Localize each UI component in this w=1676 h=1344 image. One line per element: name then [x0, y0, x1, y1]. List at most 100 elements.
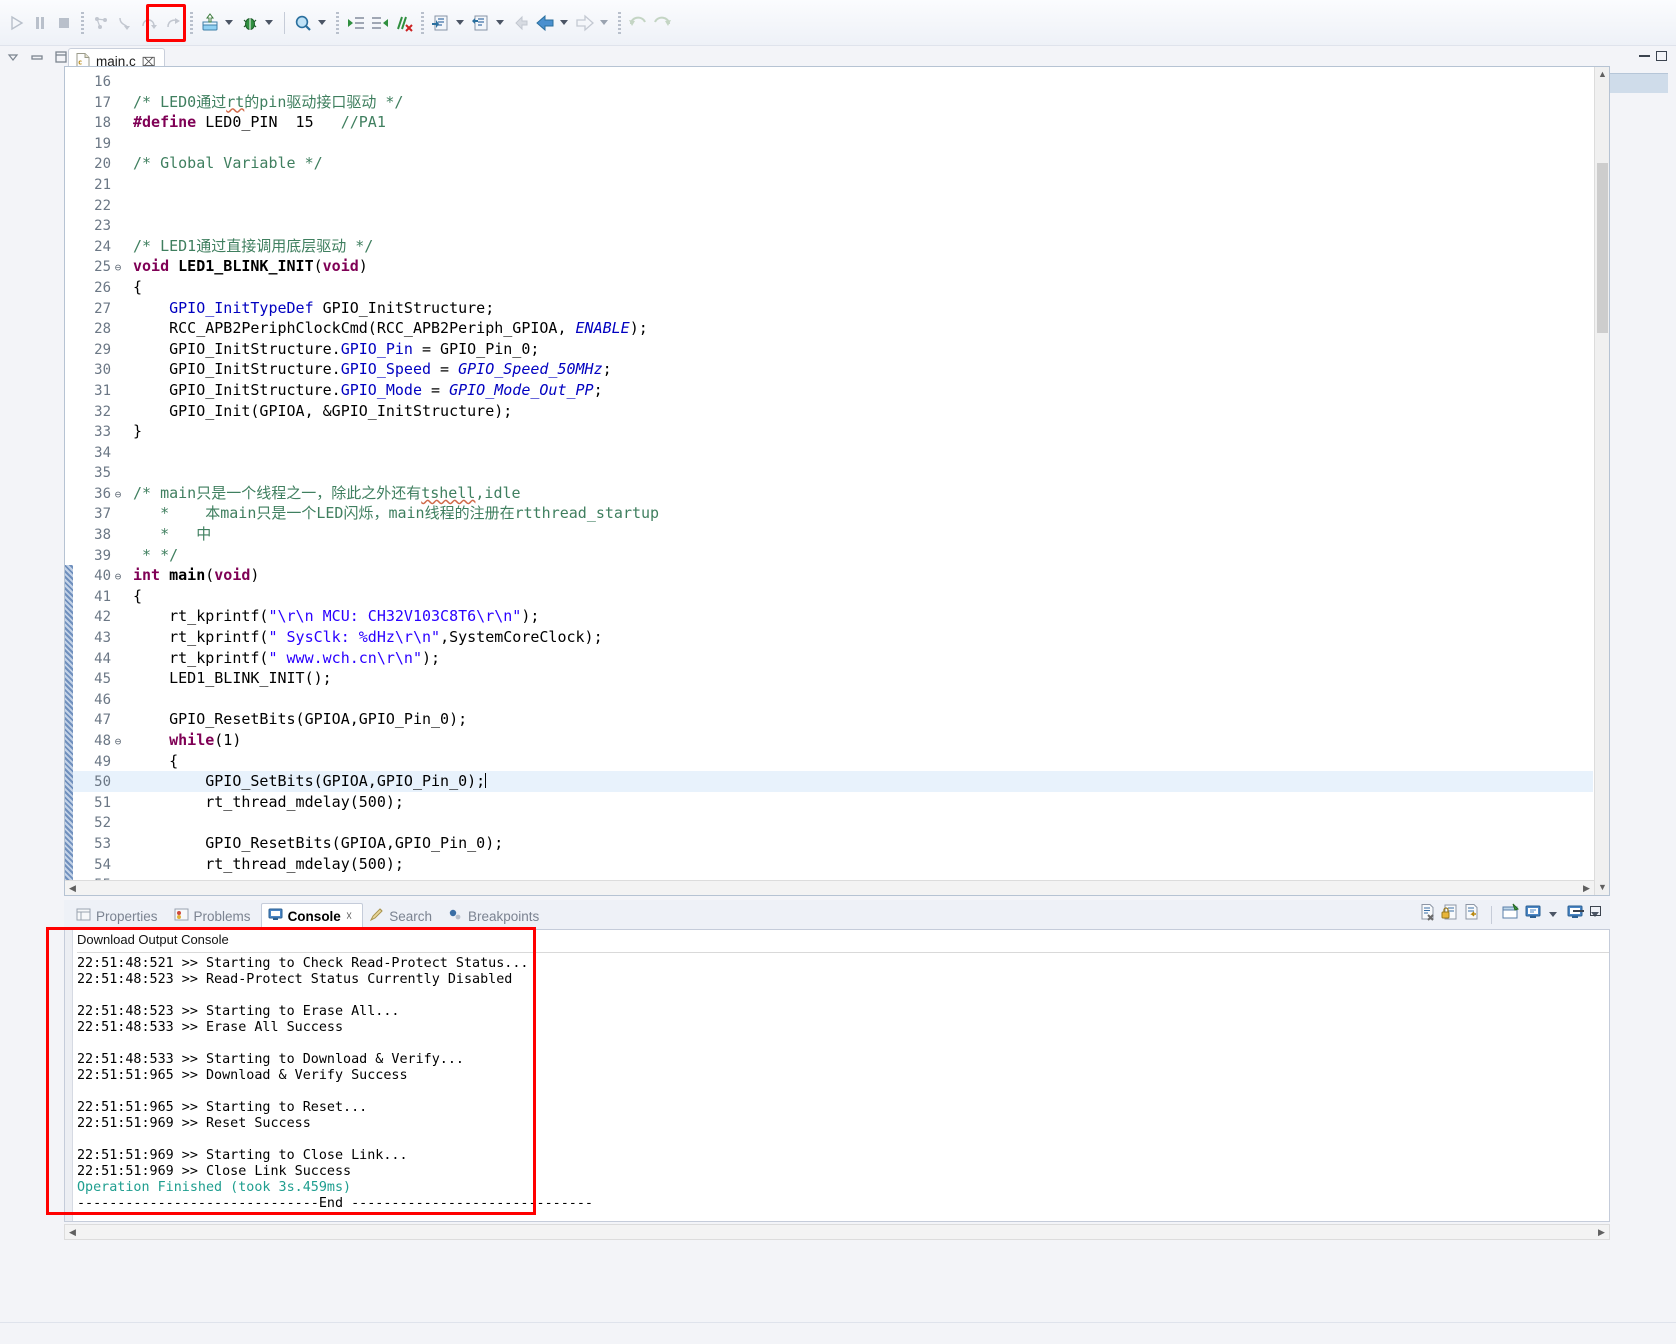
- undo-button[interactable]: [626, 7, 650, 39]
- close-icon[interactable]: ☓: [346, 909, 352, 923]
- code-lines[interactable]: 16 17 /* LED0通过rt的pin驱动接口驱动 */ 18 #define LE…: [73, 71, 1593, 895]
- scroll-left-icon[interactable]: ◀: [65, 881, 80, 895]
- tab-console[interactable]: Console ☓: [260, 903, 364, 929]
- minimize-panel-icon[interactable]: [1573, 910, 1584, 912]
- code-line[interactable]: 43 rt_kprintf(" SysClk: %dHz\r\n",System…: [73, 627, 1593, 648]
- scroll-up-icon[interactable]: ▲: [1595, 67, 1609, 82]
- forward-button[interactable]: [573, 7, 597, 39]
- debug-button[interactable]: [238, 7, 262, 39]
- open-declaration-button-dropdown-arrow[interactable]: [496, 20, 504, 25]
- search-button-dropdown-arrow[interactable]: [318, 20, 326, 25]
- previous-annotation-button[interactable]: [368, 7, 392, 39]
- display-selected-console-button[interactable]: [1524, 903, 1542, 926]
- code-line[interactable]: 35: [73, 462, 1593, 483]
- last-edit-location-button-dropdown-arrow[interactable]: [456, 20, 464, 25]
- code-line[interactable]: 54 rt_thread_mdelay(500);: [73, 854, 1593, 875]
- code-line[interactable]: 30 GPIO_InitStructure.GPIO_Speed = GPIO_…: [73, 359, 1593, 380]
- code-line[interactable]: 48 ⊖ while(1): [73, 730, 1593, 751]
- display-selected-console-button-dropdown-arrow[interactable]: [1549, 912, 1557, 917]
- maximize-editor-icon[interactable]: [1656, 51, 1667, 61]
- code-editor[interactable]: 16 17 /* LED0通过rt的pin驱动接口驱动 */ 18 #define LE…: [64, 66, 1610, 896]
- code-line[interactable]: 17 /* LED0通过rt的pin驱动接口驱动 */: [73, 92, 1593, 113]
- back-history-small-button[interactable]: [509, 7, 533, 39]
- console-view[interactable]: Download Output Console 22:51:48:521 >> …: [64, 930, 1610, 1222]
- fold-toggle[interactable]: ⊖: [111, 732, 125, 753]
- scroll-down-icon[interactable]: ▼: [1595, 880, 1609, 895]
- console-scroll-left-icon[interactable]: ◀: [65, 1225, 80, 1240]
- code-line[interactable]: 47 GPIO_ResetBits(GPIOA,GPIO_Pin_0);: [73, 709, 1593, 730]
- code-line[interactable]: 20 /* Global Variable */: [73, 153, 1593, 174]
- code-line[interactable]: 42 rt_kprintf("\r\n MCU: CH32V103C8T6\r\…: [73, 606, 1593, 627]
- code-line[interactable]: 39 * */: [73, 545, 1593, 566]
- code-line[interactable]: 46: [73, 689, 1593, 710]
- view-menu-icon[interactable]: [6, 50, 20, 64]
- last-edit-location-button[interactable]: [429, 7, 453, 39]
- open-declaration-button[interactable]: [469, 7, 493, 39]
- code-line[interactable]: 38 * 中: [73, 524, 1593, 545]
- word-wrap-button[interactable]: [1463, 903, 1481, 926]
- remove-markers-button[interactable]: [392, 7, 416, 39]
- clear-console-button[interactable]: [1419, 903, 1437, 926]
- code-line[interactable]: 53 GPIO_ResetBits(GPIOA,GPIO_Pin_0);: [73, 833, 1593, 854]
- code-line[interactable]: 41 {: [73, 586, 1593, 607]
- next-annotation-button[interactable]: [344, 7, 368, 39]
- tab-breakpoints[interactable]: Breakpoints: [442, 903, 549, 929]
- code-line[interactable]: 19: [73, 133, 1593, 154]
- step-over-button[interactable]: [137, 7, 161, 39]
- code-line[interactable]: 49 {: [73, 751, 1593, 772]
- code-line[interactable]: 50 GPIO_SetBits(GPIOA,GPIO_Pin_0);: [73, 771, 1593, 792]
- scroll-lock-button[interactable]: [1441, 903, 1459, 926]
- fold-toggle[interactable]: ⊖: [111, 567, 125, 588]
- tab-properties[interactable]: Properties: [70, 903, 168, 929]
- run-button[interactable]: [4, 7, 28, 39]
- code-line[interactable]: 18 #define LED0_PIN 15 //PA1: [73, 112, 1593, 133]
- fold-toggle[interactable]: ⊖: [111, 485, 125, 506]
- tab-search[interactable]: Search: [363, 903, 442, 929]
- code-line[interactable]: 33}: [73, 421, 1593, 442]
- minimize-editor-icon[interactable]: [1639, 55, 1650, 57]
- code-line[interactable]: 45 LED1_BLINK_INIT();: [73, 668, 1593, 689]
- console-scroll-right-icon[interactable]: ▶: [1594, 1225, 1609, 1240]
- code-line[interactable]: 51 rt_thread_mdelay(500);: [73, 792, 1593, 813]
- code-line[interactable]: 36 ⊖ /* main只是一个线程之一，除此之外还有tshell,idle: [73, 483, 1593, 504]
- code-line[interactable]: 25 ⊖ void LED1_BLINK_INIT(void): [73, 256, 1593, 277]
- minimize-icon[interactable]: [30, 50, 44, 64]
- fold-toggle[interactable]: ⊖: [111, 258, 125, 279]
- disconnect-button[interactable]: [89, 7, 113, 39]
- pin-console-button[interactable]: [1502, 903, 1520, 926]
- console-horizontal-scrollbar[interactable]: ◀ ▶: [64, 1224, 1610, 1240]
- maximize-icon[interactable]: [54, 50, 68, 64]
- editor-horizontal-scrollbar[interactable]: ◀ ▶: [65, 880, 1594, 895]
- open-console-button[interactable]: [1566, 903, 1584, 926]
- code-line[interactable]: 22: [73, 195, 1593, 216]
- search-button[interactable]: [291, 7, 315, 39]
- code-line[interactable]: 16: [73, 71, 1593, 92]
- code-line[interactable]: 29 GPIO_InitStructure.GPIO_Pin = GPIO_Pi…: [73, 339, 1593, 360]
- code-line[interactable]: 37 * 本main只是一个LED闪烁，main线程的注册在rtthread_s…: [73, 503, 1593, 524]
- code-line[interactable]: 21: [73, 174, 1593, 195]
- tab-problems[interactable]: Problems: [168, 903, 261, 929]
- code-line[interactable]: 28 RCC_APB2PeriphClockCmd(RCC_APB2Periph…: [73, 318, 1593, 339]
- code-line[interactable]: 52: [73, 812, 1593, 833]
- code-line[interactable]: 34: [73, 442, 1593, 463]
- pause-button[interactable]: [28, 7, 52, 39]
- redo-button[interactable]: [650, 7, 674, 39]
- code-line[interactable]: 24 /* LED1通过直接调用底层驱动 */: [73, 236, 1593, 257]
- step-into-button[interactable]: [113, 7, 137, 39]
- editor-vertical-scrollbar[interactable]: ▲ ▼: [1594, 67, 1609, 895]
- terminate-button[interactable]: [52, 7, 76, 39]
- code-line[interactable]: 40 ⊖ int main(void): [73, 565, 1593, 586]
- scroll-right-icon[interactable]: ▶: [1579, 881, 1594, 895]
- editor-vertical-scroll-thumb[interactable]: [1597, 163, 1608, 333]
- debug-button-dropdown-arrow[interactable]: [265, 20, 273, 25]
- code-line[interactable]: 32 GPIO_Init(GPIOA, &GPIO_InitStructure)…: [73, 401, 1593, 422]
- forward-button-dropdown-arrow[interactable]: [600, 20, 608, 25]
- code-line[interactable]: 26 {: [73, 277, 1593, 298]
- back-button[interactable]: [533, 7, 557, 39]
- code-line[interactable]: 44 rt_kprintf(" www.wch.cn\r\n");: [73, 648, 1593, 669]
- download-button[interactable]: [198, 7, 222, 39]
- back-button-dropdown-arrow[interactable]: [560, 20, 568, 25]
- maximize-panel-icon[interactable]: [1590, 906, 1601, 916]
- step-return-button[interactable]: [161, 7, 185, 39]
- download-button-dropdown-arrow[interactable]: [225, 20, 233, 25]
